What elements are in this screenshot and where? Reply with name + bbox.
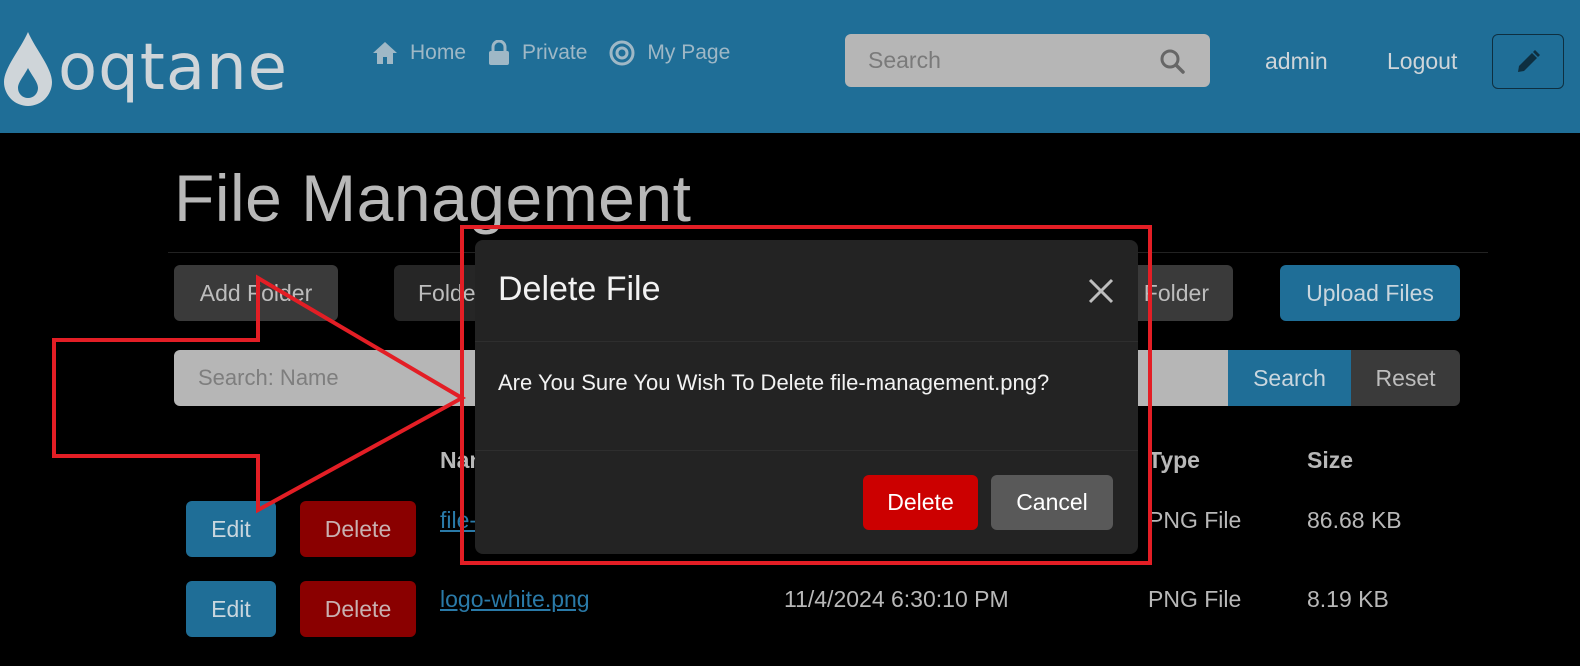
row-delete-button[interactable]: Delete (300, 501, 416, 557)
top-navbar: oqtane Home Private My Page Search admin… (0, 0, 1580, 133)
row-delete-button[interactable]: Delete (300, 581, 416, 637)
nav-item-my-page[interactable]: My Page (609, 40, 730, 66)
column-header-size[interactable]: Size (1307, 447, 1353, 474)
confirm-delete-button[interactable]: Delete (863, 475, 978, 530)
home-icon (373, 42, 397, 64)
upload-files-button[interactable]: Upload Files (1280, 265, 1460, 321)
edit-mode-button[interactable] (1492, 34, 1564, 89)
cancel-button[interactable]: Cancel (991, 475, 1113, 530)
file-name-link[interactable]: logo-white.png (440, 586, 590, 613)
file-type: PNG File (1148, 507, 1242, 533)
pencil-icon (1518, 49, 1540, 72)
edit-folder-button[interactable]: Folde (394, 265, 484, 321)
logo-text: oqtane (58, 31, 289, 105)
modal-header: Delete File (475, 240, 1138, 342)
logout-link[interactable]: Logout (1387, 48, 1457, 75)
logo[interactable]: oqtane (0, 28, 288, 108)
column-header-type[interactable]: Type (1148, 447, 1200, 474)
nav-label: My Page (647, 41, 731, 64)
filter-search-button[interactable]: Search (1228, 350, 1351, 406)
site-search-input[interactable] (845, 34, 1145, 87)
add-folder-button[interactable]: Add Folder (174, 265, 338, 321)
modal-message: Are You Sure You Wish To Delete file-man… (498, 370, 1050, 395)
search-icon[interactable] (1159, 48, 1185, 74)
page-title: File Management (174, 161, 692, 235)
main-nav: Home Private My Page (372, 40, 730, 66)
row-edit-button[interactable]: Edit (186, 581, 276, 637)
file-name-link[interactable]: file- (440, 507, 477, 534)
row-edit-button[interactable]: Edit (186, 501, 276, 557)
lock-icon (489, 40, 510, 65)
file-modified: 11/4/2024 6:30:10 PM (784, 586, 1009, 612)
user-profile-link[interactable]: admin (1265, 48, 1328, 75)
site-search (845, 34, 1210, 87)
file-size: 86.68 KB (1307, 507, 1402, 533)
droplet-logo-icon (4, 32, 52, 106)
modal-footer-divider (475, 450, 1138, 451)
modal-title: Delete File (498, 270, 661, 308)
nav-label: Private (522, 41, 588, 64)
filter-reset-button[interactable]: Reset (1351, 350, 1460, 406)
target-icon (609, 40, 635, 66)
delete-file-modal: Delete File Are You Sure You Wish To Del… (475, 240, 1138, 554)
nav-label: Home (410, 41, 467, 64)
file-type: PNG File (1148, 586, 1242, 612)
file-size: 8.19 KB (1307, 586, 1389, 612)
close-icon[interactable] (1087, 277, 1115, 305)
nav-item-home[interactable]: Home (372, 40, 466, 66)
nav-item-private[interactable]: Private (488, 40, 587, 66)
